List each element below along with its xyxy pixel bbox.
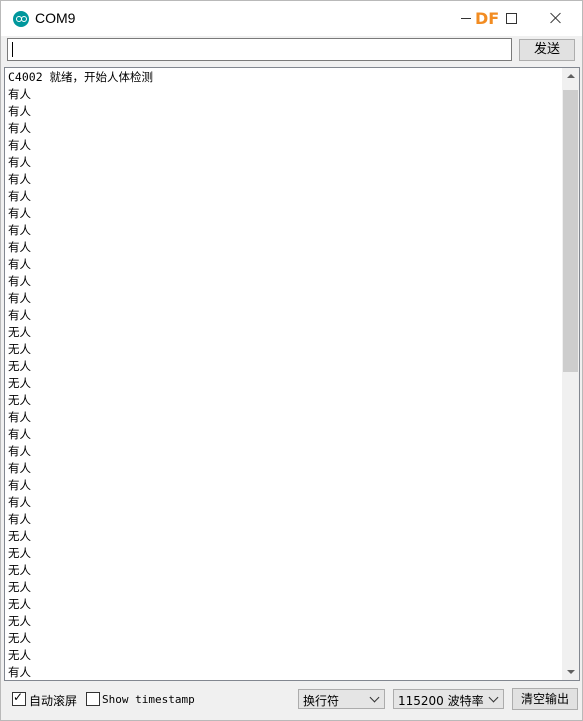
line-ending-select[interactable]: 换行符 xyxy=(298,689,385,709)
output-line: 有人 xyxy=(8,172,31,186)
output-line: 有人 xyxy=(8,223,31,237)
serial-output[interactable]: C4002 就绪，开始人体检测 有人 有人 有人 有人 有人 有人 有人 有人 有人 有人 有人 有人有… xyxy=(4,67,580,681)
chevron-down-icon xyxy=(488,692,499,703)
output-line: 有人 xyxy=(8,274,31,288)
show-timestamp-checkbox[interactable] xyxy=(86,692,100,706)
arduino-icon xyxy=(13,11,29,27)
output-line: 无人 xyxy=(8,648,31,662)
autoscroll-label: 自动滚屏 xyxy=(29,694,78,708)
output-lines: C4002 就绪，开始人体检测 有人 有人 有人 有人 有人 有人 有人 有人 有人 有人 有人 有人有… xyxy=(8,69,558,680)
output-line: 有人 xyxy=(8,444,31,458)
output-line: 无人 xyxy=(8,614,31,628)
vertical-scrollbar[interactable] xyxy=(562,68,579,680)
output-line: 无人 xyxy=(8,580,31,594)
output-line: 无人 xyxy=(8,631,31,645)
output-line: 有人 xyxy=(8,138,31,152)
output-line: 有人 xyxy=(8,308,31,322)
output-line: 有人 xyxy=(8,291,31,305)
output-line: 有人 xyxy=(8,495,31,509)
output-line: 有人 xyxy=(8,665,31,679)
scroll-down-icon[interactable] xyxy=(562,663,579,680)
output-line: 有人 xyxy=(8,189,31,203)
output-line: 无人 xyxy=(8,342,31,356)
output-line: 有人 xyxy=(8,121,31,135)
title-bar: COM9 DF xyxy=(1,1,582,36)
output-line: 有人 xyxy=(8,512,31,526)
show-timestamp-label: Show timestamp xyxy=(102,693,195,706)
output-line: 无人 xyxy=(8,359,31,373)
output-line: 有人 xyxy=(8,461,31,475)
output-line: 无人 xyxy=(8,563,31,577)
output-line: 有人 xyxy=(8,240,31,254)
watermark-logo: DF xyxy=(475,9,500,28)
serial-monitor-window: COM9 DF 发送 C4002 就绪，开始人体检测 有人 有人 有人 有人 有人 有人 有人… xyxy=(0,0,583,721)
maximize-icon[interactable] xyxy=(506,13,517,24)
window-title: COM9 xyxy=(35,10,76,26)
scroll-up-icon[interactable] xyxy=(562,68,579,85)
output-line: 无人 xyxy=(8,393,31,407)
output-line: 有人 xyxy=(8,478,31,492)
baud-rate-select[interactable]: 115200 波特率 xyxy=(393,689,504,709)
output-line: 无人 xyxy=(8,325,31,339)
scroll-thumb[interactable] xyxy=(563,90,578,372)
output-line: 无人 xyxy=(8,529,31,543)
output-line: 有人 xyxy=(8,257,31,271)
baud-rate-value: 115200 波特率 xyxy=(398,694,484,708)
output-line: 无人 xyxy=(8,546,31,560)
output-line: 有人 xyxy=(8,155,31,169)
clear-output-button[interactable]: 清空输出 xyxy=(512,688,578,710)
bottom-toolbar: 自动滚屏 Show timestamp 换行符 115200 波特率 清空输出 xyxy=(1,683,582,720)
line-ending-value: 换行符 xyxy=(303,694,340,708)
send-button[interactable]: 发送 xyxy=(519,39,575,61)
output-line: 有人 xyxy=(8,87,31,101)
autoscroll-checkbox[interactable] xyxy=(12,690,26,706)
output-line: C4002 就绪，开始人体检测 xyxy=(8,70,154,84)
output-line: 有人 xyxy=(8,427,31,441)
output-line: 无人 xyxy=(8,597,31,611)
chevron-down-icon xyxy=(369,692,380,703)
output-line: 有人 xyxy=(8,410,31,424)
close-icon[interactable] xyxy=(549,11,563,25)
minimize-icon[interactable] xyxy=(461,18,471,19)
output-line: 有人 xyxy=(8,206,31,220)
serial-send-input[interactable] xyxy=(7,38,512,61)
text-caret xyxy=(12,42,13,57)
output-line: 有人 xyxy=(8,104,31,118)
output-line: 无人 xyxy=(8,376,31,390)
